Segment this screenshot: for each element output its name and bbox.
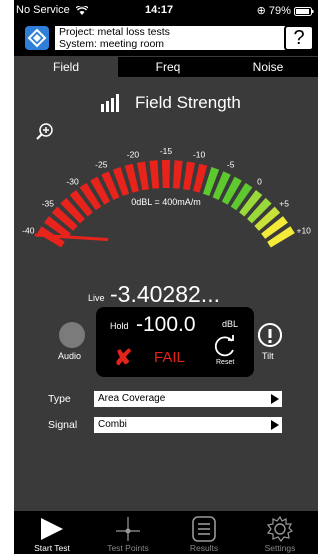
hold-unit: dBL — [222, 319, 239, 329]
app-screen: No Service 14:17 ⊕ 79% Project: metal lo… — [14, 0, 318, 554]
battery-percent: 79% — [268, 5, 291, 17]
carrier-label: No Service — [16, 4, 88, 16]
gauge-segment — [183, 161, 196, 191]
type-select[interactable]: Area Coverage — [94, 391, 282, 407]
help-button[interactable]: ? — [284, 25, 314, 51]
app-logo-icon[interactable] — [25, 26, 49, 50]
lock-rotation-icon: ⊕ — [256, 5, 266, 17]
live-label: Live — [88, 293, 105, 303]
gauge-reference: 0dBL = 400mA/m — [131, 197, 201, 207]
signal-arrow-icon — [271, 420, 279, 430]
live-value: -3.40282... — [110, 281, 220, 307]
page-title: Field Strength — [135, 93, 241, 112]
gauge-tick-label: +10 — [296, 226, 311, 236]
project-bar: Project: metal loss tests System: meetin… — [14, 22, 318, 56]
gauge-tick-label: -20 — [127, 149, 140, 159]
bottom-nav: Start Test Test Points Results Settings — [14, 511, 318, 554]
type-label: Type — [48, 393, 71, 405]
gauge-tick-label: -30 — [66, 176, 79, 186]
system-name: System: meeting room — [59, 37, 165, 50]
signal-select[interactable]: Combi — [94, 417, 282, 433]
tab-noise[interactable]: Noise — [218, 57, 318, 77]
project-name: Project: metal loss tests — [59, 26, 170, 38]
nav-start-test[interactable]: Start Test — [14, 511, 90, 554]
tilt-warning-icon[interactable] — [257, 322, 283, 348]
type-arrow-icon — [271, 394, 279, 404]
signal-label: Signal — [48, 419, 78, 431]
nav-label: Start Test — [34, 543, 70, 553]
project-selector[interactable]: Project: metal loss tests System: meetin… — [54, 25, 302, 51]
nav-results[interactable]: Results — [166, 511, 242, 554]
reset-label: Reset — [216, 359, 235, 366]
nav-label: Settings — [264, 543, 296, 553]
hold-panel: Hold -100.0 dBL ✘ FAIL Reset — [96, 307, 254, 377]
tilt-label: Tilt — [262, 351, 274, 361]
audio-label: Audio — [58, 351, 82, 361]
wifi-icon — [75, 5, 88, 15]
crosshair-icon — [116, 517, 140, 541]
reset-icon[interactable] — [212, 333, 238, 359]
tab-field[interactable]: Field — [14, 57, 118, 77]
tab-freq[interactable]: Freq — [118, 57, 218, 77]
nav-label: Results — [189, 543, 219, 553]
battery-status: ⊕ 79% — [257, 4, 314, 17]
carrier-text: No Service — [16, 4, 70, 16]
tab-bar: Field Freq Noise — [14, 57, 318, 77]
type-value: Area Coverage — [98, 393, 166, 404]
play-icon — [41, 518, 63, 540]
gauge-segment — [161, 160, 171, 189]
nav-test-points[interactable]: Test Points — [90, 511, 166, 554]
gauge-tick-label: -5 — [227, 160, 235, 170]
nav-label: Test Points — [107, 543, 149, 553]
test-status: FAIL — [154, 349, 185, 366]
nav-settings[interactable]: Settings — [242, 511, 318, 554]
gauge-tick-label: -10 — [193, 149, 206, 159]
gauge-tick-label: -25 — [95, 160, 108, 170]
gauge-segment — [136, 161, 149, 191]
status-bar: No Service 14:17 ⊕ 79% — [14, 0, 318, 22]
signal-bars-icon — [101, 94, 119, 112]
gauge-segment — [172, 160, 183, 189]
fail-icon: ✘ — [114, 345, 133, 370]
zoom-in-icon[interactable] — [36, 122, 54, 140]
signal-value: Combi — [98, 419, 127, 430]
gauge-tick-label: -15 — [160, 146, 173, 156]
clock: 14:17 — [145, 4, 174, 16]
list-icon — [192, 516, 216, 542]
hold-label: Hold — [110, 321, 129, 331]
audio-toggle[interactable] — [59, 322, 85, 348]
gauge-tick-label: -40 — [22, 226, 35, 236]
gauge-segment — [149, 160, 160, 189]
hold-value: -100.0 — [136, 313, 196, 336]
battery-icon — [294, 6, 314, 16]
gauge-tick-label: 0 — [257, 176, 262, 186]
gear-icon — [266, 516, 294, 542]
